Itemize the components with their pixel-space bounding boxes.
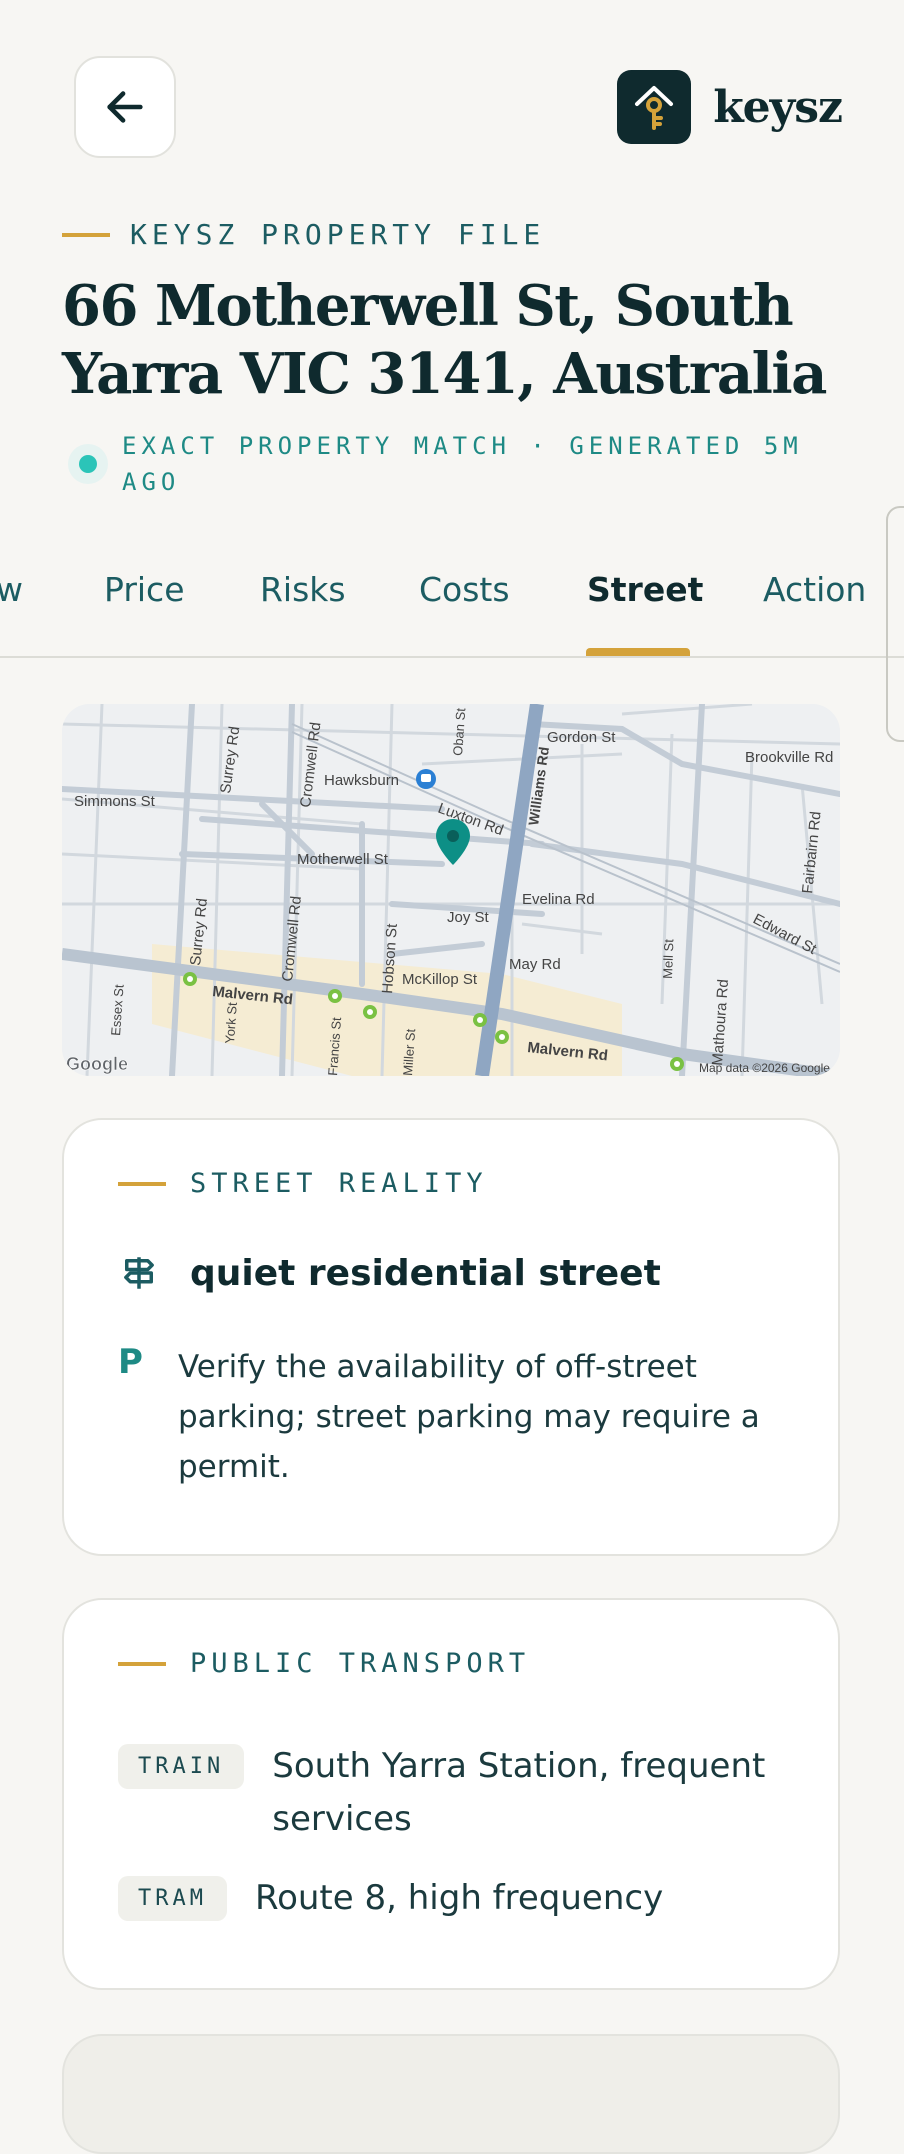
tab-action[interactable]: Action <box>763 570 866 609</box>
map-label-simmons: Simmons St <box>74 793 156 810</box>
next-card <box>62 2034 840 2154</box>
parking-note-text: Verify the availability of off-street pa… <box>178 1349 760 1485</box>
eyebrow-text: KEYSZ PROPERTY FILE <box>130 218 546 251</box>
map-logo: Google <box>66 1054 128 1074</box>
section-eyebrow: KEYSZ PROPERTY FILE <box>62 218 545 251</box>
transport-badge: TRAIN <box>118 1744 245 1789</box>
street-summary: quiet residential street <box>118 1252 661 1294</box>
app-header: keysz <box>0 0 904 200</box>
map-attribution: Map data ©2026 Google <box>699 1061 830 1075</box>
parking-note: P Verify the availability of off-street … <box>118 1342 778 1492</box>
tab-risks[interactable]: Risks <box>260 570 346 609</box>
tab-bar: w Price Risks Costs Street Action <box>0 560 904 658</box>
transport-text: Route 8, high frequency <box>254 1878 664 1918</box>
map-label-joy: Joy St <box>447 909 490 926</box>
page-title: 66 Motherwell St, South Yarra VIC 3141, … <box>62 273 827 407</box>
list-item: TRAM Route 8, high frequency <box>118 1872 798 1925</box>
transport-text: South Yarra Station, frequent services <box>272 1746 766 1839</box>
street-summary-text: quiet residential street <box>190 1252 661 1294</box>
map-label-may: May Rd <box>509 956 561 973</box>
tab-overview[interactable]: w <box>0 570 23 609</box>
match-text: EXACT PROPERTY MATCH · GENERATED 5M AGO <box>122 432 803 496</box>
tab-costs[interactable]: Costs <box>419 570 510 609</box>
match-status: EXACT PROPERTY MATCH · GENERATED 5M AGO <box>68 428 828 500</box>
status-dot-icon <box>68 444 108 484</box>
public-transport-heading: PUBLIC TRANSPORT <box>118 1648 530 1679</box>
public-transport-heading-text: PUBLIC TRANSPORT <box>190 1648 531 1679</box>
brand[interactable]: keysz <box>617 70 843 144</box>
brand-name: keysz <box>713 81 843 133</box>
street-reality-heading: STREET REALITY <box>118 1168 488 1199</box>
street-map[interactable]: Surrey Rd Cromwell Rd Oban St Williams R… <box>62 704 840 1076</box>
active-tab-indicator <box>586 648 690 656</box>
arrow-left-icon <box>107 91 143 123</box>
parking-icon: P <box>118 1342 143 1382</box>
heading-bar <box>118 1661 166 1666</box>
tab-street[interactable]: Street <box>587 570 703 609</box>
map-label-hawksburn: Hawksburn <box>324 772 399 789</box>
transport-badge: TRAM <box>118 1876 227 1921</box>
map-label-york: York St <box>222 1001 240 1044</box>
map-label-mckillop: McKillop St <box>402 971 478 988</box>
signpost-icon <box>124 1257 154 1289</box>
map-label-mell: Mell St <box>660 938 676 979</box>
heading-bar <box>118 1181 166 1186</box>
back-button[interactable] <box>74 56 176 158</box>
street-reality-heading-text: STREET REALITY <box>190 1168 488 1199</box>
map-label-motherwell: Motherwell St <box>297 851 389 868</box>
public-transport-card: PUBLIC TRANSPORT TRAIN South Yarra Stati… <box>62 1598 840 1990</box>
side-panel-handle[interactable] <box>886 506 904 742</box>
map-label-gordon: Gordon St <box>547 729 616 746</box>
list-item: TRAIN South Yarra Station, frequent serv… <box>118 1740 798 1846</box>
street-reality-card: STREET REALITY quiet residential street … <box>62 1118 840 1556</box>
map-label-evelina: Evelina Rd <box>522 891 595 908</box>
eyebrow-bar <box>62 232 110 237</box>
house-key-icon <box>617 70 692 144</box>
map-label-brookville: Brookville Rd <box>745 749 833 766</box>
tab-price[interactable]: Price <box>104 570 185 609</box>
